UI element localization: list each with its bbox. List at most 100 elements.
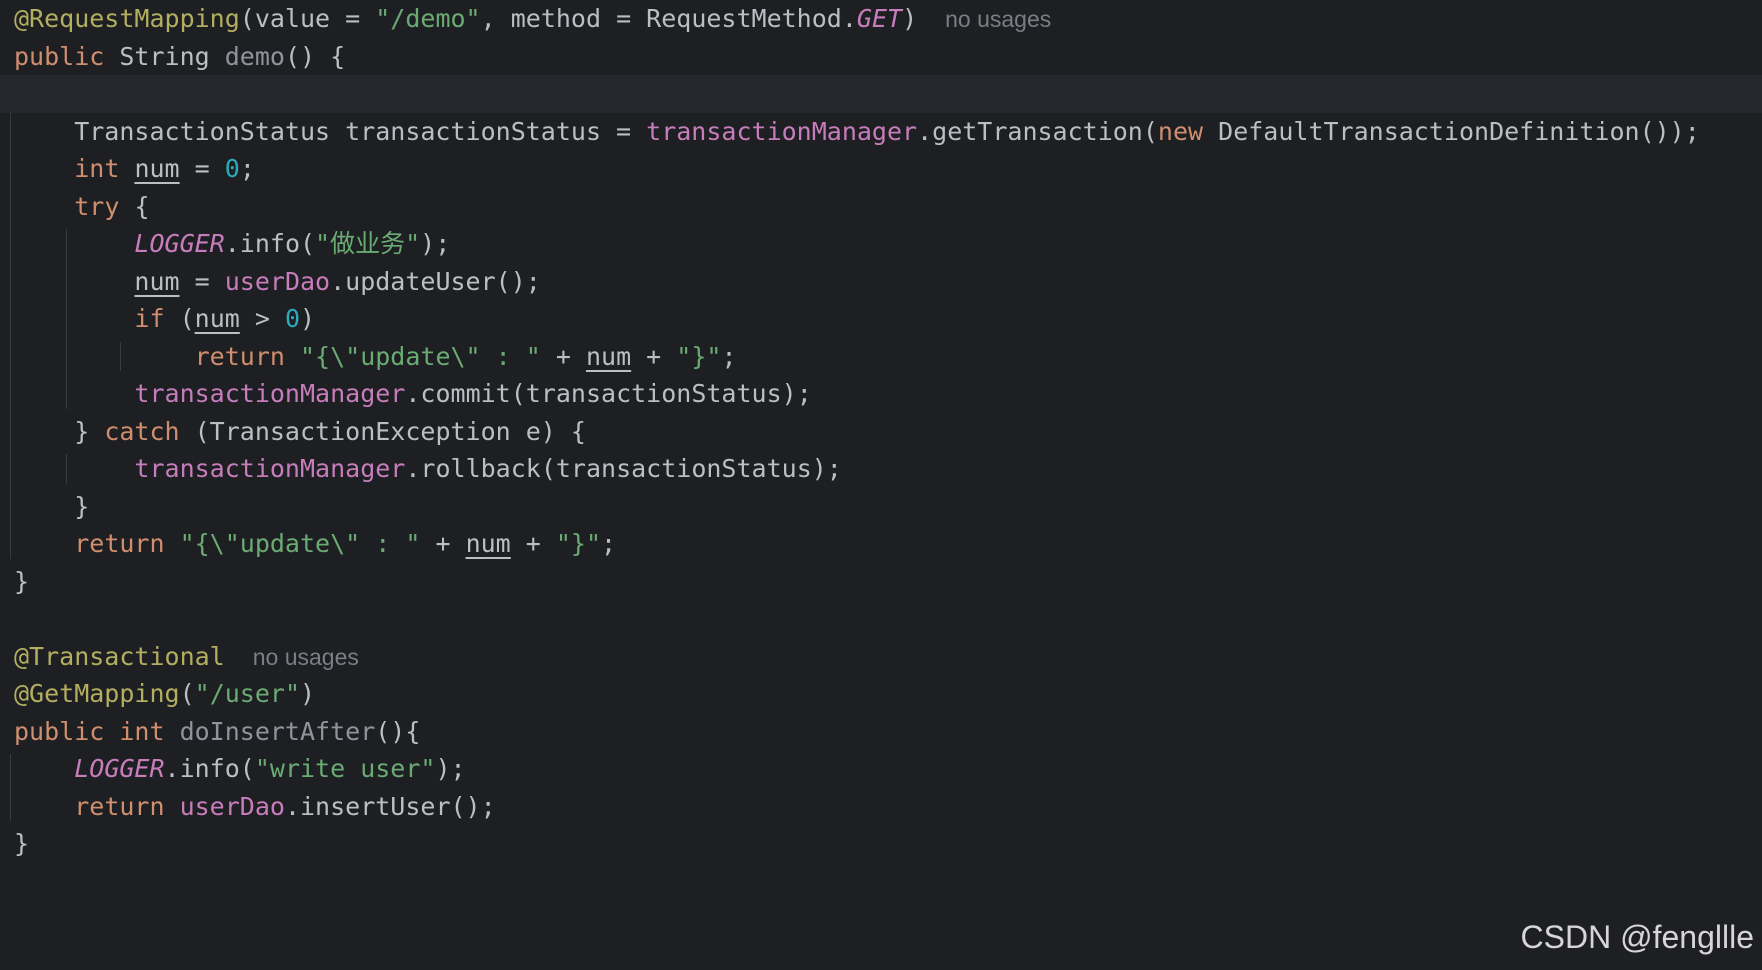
code-token: public <box>14 41 120 71</box>
code-token: () { <box>284 41 346 71</box>
code-token: catch <box>104 416 195 446</box>
code-text: LOGGER.info("做业务"); <box>14 225 450 263</box>
code-token: + <box>510 529 556 558</box>
code-token: "{\"update\" : " <box>299 341 541 371</box>
code-token: @RequestMapping <box>14 4 240 33</box>
code-token: userDao <box>224 266 331 296</box>
code-token: (value = <box>239 4 376 33</box>
code-line[interactable]: if (num > 0) <box>0 300 1762 338</box>
code-line[interactable]: return "{\"update\" : " + num + "}"; <box>0 525 1762 563</box>
code-line[interactable]: @Transactional no usages <box>0 638 1762 676</box>
code-token: int <box>74 154 135 183</box>
code-token: .info( <box>224 229 316 258</box>
code-token: transactionManager <box>134 454 406 483</box>
code-token: } <box>14 491 90 521</box>
code-line[interactable]: TransactionStatus transactionStatus = tr… <box>0 113 1762 151</box>
code-line[interactable]: return "{\"update\" : " + num + "}"; <box>0 338 1762 376</box>
code-token: ( <box>179 679 195 708</box>
code-text: return userDao.insertUser(); <box>14 788 496 826</box>
code-token: return <box>74 529 180 558</box>
code-token: LOGGER <box>134 229 225 258</box>
code-token: ); <box>435 754 466 783</box>
code-token: return <box>194 341 300 371</box>
code-token: ); <box>420 229 451 258</box>
code-token: num <box>134 266 180 296</box>
code-line[interactable]: num = userDao.updateUser(); <box>0 263 1762 301</box>
code-line[interactable]: int num = 0; <box>0 150 1762 188</box>
watermark: CSDN @fengllle <box>1520 919 1754 955</box>
code-editor[interactable]: @RequestMapping(value = "/demo", method … <box>0 0 1762 970</box>
code-token: @Transactional <box>14 641 225 671</box>
code-token: (){ <box>375 716 421 746</box>
code-token: num <box>465 529 511 558</box>
code-text: @RequestMapping(value = "/demo", method … <box>14 0 1051 39</box>
code-token: num <box>194 304 240 333</box>
code-token: .insertUser(); <box>284 791 496 821</box>
code-text: TransactionStatus transactionStatus = tr… <box>14 113 1700 151</box>
code-line[interactable]: @GetMapping("/user") <box>0 675 1762 713</box>
code-line[interactable]: } catch (TransactionException e) { <box>0 413 1762 451</box>
code-token: 0 <box>284 304 301 333</box>
code-token: , method = RequestMethod. <box>480 4 857 33</box>
code-text: transactionManager.commit(transactionSta… <box>14 375 812 413</box>
code-token: doInsertAfter <box>179 716 376 746</box>
code-line[interactable]: transactionManager.rollback(transactionS… <box>0 450 1762 488</box>
code-token: 0 <box>224 154 240 183</box>
code-token: "}" <box>676 341 722 371</box>
code-line[interactable]: } <box>0 825 1762 863</box>
code-text: return "{\"update\" : " + num + "}"; <box>14 525 616 563</box>
code-token: "/demo" <box>375 4 481 33</box>
code-token: userDao <box>179 791 285 821</box>
code-line[interactable] <box>0 600 1762 638</box>
code-token: = <box>179 154 225 183</box>
code-token: try <box>74 191 135 221</box>
code-token: String <box>119 41 225 71</box>
code-token: .rollback(transactionStatus); <box>405 454 842 483</box>
code-line[interactable]: LOGGER.info("write user"); <box>0 750 1762 788</box>
code-text: public String demo() { <box>14 38 345 76</box>
code-token: } <box>14 416 105 446</box>
current-line[interactable] <box>0 75 1762 113</box>
code-text: } <box>14 488 89 526</box>
code-token: if <box>134 304 180 333</box>
code-line[interactable]: LOGGER.info("做业务"); <box>0 225 1762 263</box>
code-line[interactable]: } <box>0 488 1762 526</box>
code-text: } <box>14 825 29 863</box>
code-token: ) <box>300 679 316 708</box>
code-token: ; <box>601 529 617 558</box>
usage-hint: no usages <box>252 643 359 670</box>
code-token: @GetMapping <box>14 679 180 708</box>
code-text: transactionManager.rollback(transactionS… <box>14 450 842 488</box>
code-token: ; <box>721 341 737 371</box>
code-text: } catch (TransactionException e) { <box>14 413 586 451</box>
code-token: return <box>74 791 180 821</box>
code-token: .info( <box>164 754 255 783</box>
code-token: "做业务" <box>315 229 421 258</box>
code-line[interactable]: @RequestMapping(value = "/demo", method … <box>0 0 1762 38</box>
code-text: public int doInsertAfter(){ <box>14 713 420 751</box>
code-line[interactable]: transactionManager.commit(transactionSta… <box>0 375 1762 413</box>
code-line[interactable]: } <box>0 563 1762 601</box>
code-token: { <box>134 191 150 221</box>
code-token: transactionManager <box>646 116 918 146</box>
code-line[interactable]: return userDao.insertUser(); <box>0 788 1762 826</box>
code-token: .commit(transactionStatus); <box>405 379 812 408</box>
code-token: } <box>14 566 30 596</box>
code-token: DefaultTransactionDefinition()); <box>1218 116 1700 146</box>
code-token: "{\"update\" : " <box>179 529 421 558</box>
code-text: if (num > 0) <box>14 300 315 338</box>
code-line[interactable]: public String demo() { <box>0 38 1762 76</box>
code-token: new <box>1157 116 1219 146</box>
code-text: int num = 0; <box>14 150 255 188</box>
code-token: } <box>14 829 30 858</box>
code-line[interactable]: try { <box>0 188 1762 226</box>
code-line[interactable]: public int doInsertAfter(){ <box>0 713 1762 751</box>
code-token: demo <box>224 41 285 71</box>
code-token: ) <box>902 4 918 33</box>
